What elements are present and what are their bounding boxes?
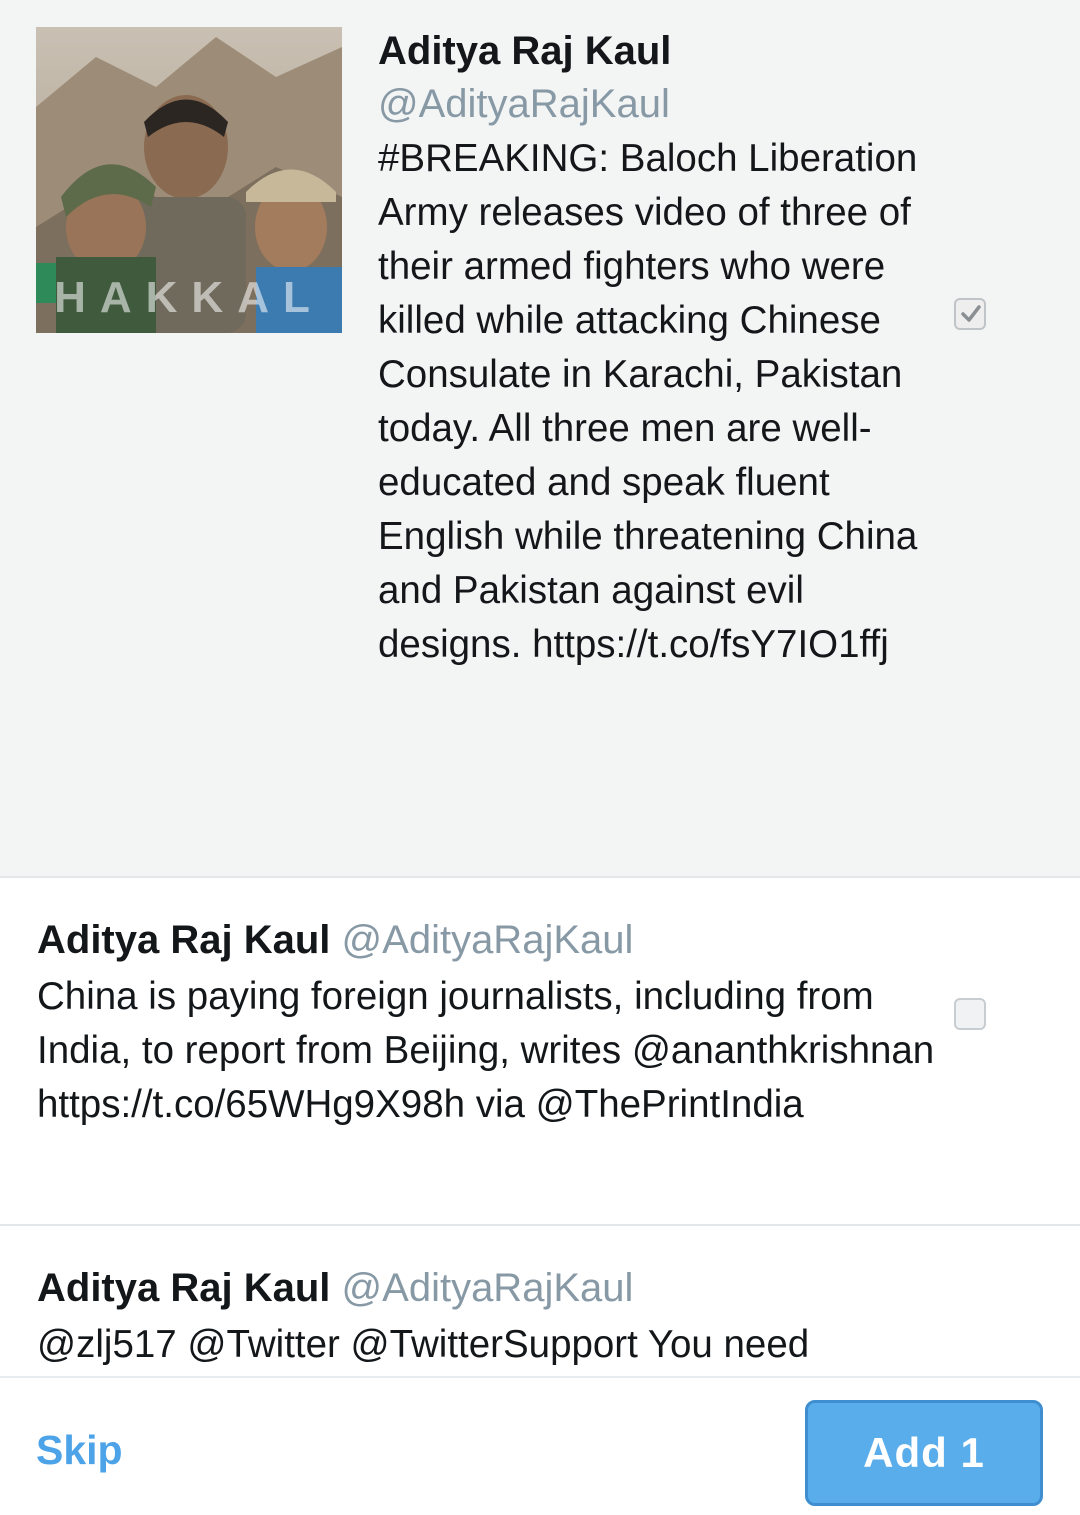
check-icon (961, 305, 981, 322)
tweet-item[interactable]: Aditya Raj Kaul @AdityaRajKaul China is … (0, 878, 1080, 1226)
footer-bar: Skip Add 1 (0, 1376, 1080, 1515)
author-handle: @AdityaRajKaul (341, 1266, 634, 1310)
tweet-item-selected[interactable]: HAKKAL Aditya Raj Kaul @AdityaRajKaul #B… (0, 0, 1080, 878)
tweet-text: #BREAKING: Baloch Liberation Army releas… (378, 137, 918, 666)
author-handle: @AdityaRajKaul (341, 918, 634, 962)
author-handle: @AdityaRajKaul (378, 82, 670, 126)
author-name: Aditya Raj Kaul (37, 918, 331, 962)
tweet-item[interactable]: Aditya Raj Kaul @AdityaRajKaul @zlj517 @… (0, 1226, 1080, 1376)
select-checkbox[interactable] (954, 998, 986, 1030)
author-name: Aditya Raj Kaul (378, 29, 672, 73)
tweet-header: Aditya Raj Kaul @AdityaRajKaul (37, 914, 633, 966)
select-checkbox[interactable] (954, 298, 986, 330)
tweet-header: Aditya Raj Kaul @AdityaRajKaul (37, 1262, 633, 1314)
skip-button[interactable]: Skip (36, 1426, 123, 1474)
author-name: Aditya Raj Kaul (37, 1266, 331, 1310)
tweet-thumbnail: HAKKAL (36, 27, 342, 333)
tweet-content: Aditya Raj Kaul @AdityaRajKaul #BREAKING… (378, 26, 948, 672)
tweet-text: China is paying foreign journalists, inc… (37, 975, 935, 1126)
tweet-text: @zlj517 @Twitter @TwitterSupport You nee… (37, 1323, 810, 1366)
add-button[interactable]: Add 1 (805, 1400, 1043, 1506)
image-watermark: HAKKAL (54, 273, 324, 322)
